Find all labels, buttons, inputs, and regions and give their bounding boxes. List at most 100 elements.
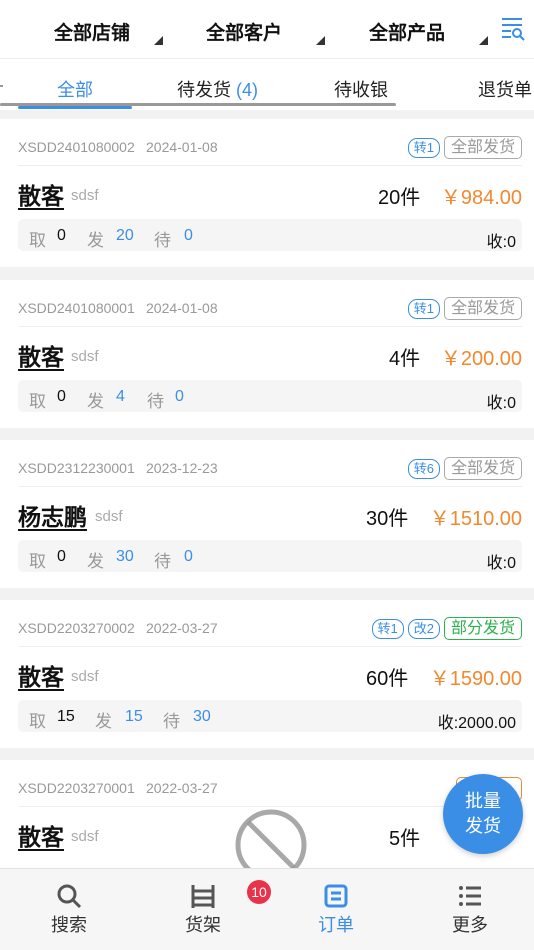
sent-value: 30 <box>116 548 134 565</box>
product-filter[interactable]: 全部产品 <box>369 18 488 45</box>
tab-returns-label: 退货单 <box>478 80 532 100</box>
tab-to-collect-label: 待收银 <box>334 80 388 100</box>
pending-label: 待 <box>147 392 164 411</box>
nav-orders-label: 订单 <box>318 915 354 935</box>
customer-name[interactable]: 散客 <box>18 818 64 852</box>
shelf-badge: 10 <box>247 880 271 904</box>
order-stats: 取 0 发 20 待 0 收:0 <box>18 219 522 251</box>
take-value: 0 <box>57 548 66 565</box>
filter-bar: 全部店铺 全部客户 全部产品 <box>0 0 534 58</box>
order-number: XSDD2401080002 <box>18 139 135 155</box>
order-number: XSDD2203270002 <box>18 620 135 636</box>
pending-value: 30 <box>193 708 211 725</box>
take-label: 取 <box>29 712 46 731</box>
nav-orders[interactable]: 订单 <box>301 883 371 937</box>
sent-value: 4 <box>116 388 125 405</box>
dropdown-triangle-icon <box>316 36 325 45</box>
store-filter-label: 全部店铺 <box>54 23 131 44</box>
active-tab-indicator <box>18 106 132 109</box>
modified-tag: 改2 <box>407 618 440 639</box>
customer-filter[interactable]: 全部客户 <box>206 18 325 45</box>
nav-search[interactable]: 搜索 <box>34 883 104 937</box>
order-quantity: 4件 <box>389 348 421 370</box>
order-price: ￥984.00 <box>440 187 522 209</box>
order-card[interactable]: XSDD2203270002 2022-03-27 转1 改2 部分发货 散客 … <box>0 600 534 748</box>
tab-scroll-left-mark <box>0 85 3 87</box>
customer-sub: sdsf <box>95 508 123 525</box>
order-price: ￥200.00 <box>440 348 522 370</box>
order-quantity: 20件 <box>378 187 421 209</box>
status-badge: 部分发货 <box>443 617 522 640</box>
nav-more[interactable]: 更多 <box>435 883 505 937</box>
tab-all[interactable]: 全部 <box>57 76 93 102</box>
order-date: 2022-03-27 <box>146 620 218 636</box>
pending-label: 待 <box>154 231 171 250</box>
sent-value: 15 <box>125 708 143 725</box>
transfer-tag: 转1 <box>407 137 440 158</box>
order-tags: 转1 全部发货 <box>407 297 522 320</box>
divider <box>18 326 522 327</box>
dropdown-triangle-icon <box>154 36 163 45</box>
divider <box>18 646 522 647</box>
filter-list-icon[interactable] <box>500 15 526 41</box>
take-value: 15 <box>57 708 75 725</box>
bottom-nav: 搜索 货架 订单 更多 <box>0 868 534 950</box>
status-tabs: 全部 待发货 (4) 待收银 退货单 <box>0 58 534 110</box>
nav-more-label: 更多 <box>452 915 488 935</box>
order-stats: 取 15 发 15 待 30 收:2000.00 <box>18 700 522 732</box>
tab-to-ship[interactable]: 待发货 (4) <box>177 76 258 102</box>
tab-to-ship-label: 待发货 <box>177 80 231 100</box>
sent-label: 发 <box>87 552 104 571</box>
tab-returns[interactable]: 退货单 <box>478 76 532 102</box>
pending-label: 待 <box>154 552 171 571</box>
nav-shelf[interactable]: 货架 <box>168 883 238 937</box>
take-label: 取 <box>29 231 46 250</box>
order-card[interactable]: XSDD2401080002 2024-01-08 转1 全部发货 散客 sds… <box>0 119 534 267</box>
order-date: 2022-03-27 <box>146 780 218 796</box>
order-card[interactable]: XSDD2401080001 2024-01-08 转1 全部发货 散客 sds… <box>0 280 534 428</box>
order-stats: 取 0 发 30 待 0 收:0 <box>18 540 522 572</box>
order-price: ￥1510.00 <box>429 508 522 530</box>
sent-label: 发 <box>87 392 104 411</box>
search-icon <box>57 884 82 909</box>
take-value: 0 <box>57 227 66 244</box>
product-filter-label: 全部产品 <box>369 23 446 44</box>
order-quantity: 30件 <box>366 508 409 530</box>
order-tags: 转6 全部发货 <box>407 457 522 480</box>
batch-ship-label-1: 批量 <box>465 791 501 811</box>
customer-sub: sdsf <box>71 348 99 365</box>
order-date: 2023-12-23 <box>146 460 218 476</box>
collected-amount: 收:0 <box>486 555 516 572</box>
customer-sub: sdsf <box>71 828 99 845</box>
tab-all-label: 全部 <box>57 80 93 100</box>
order-number: XSDD2312230001 <box>18 460 135 476</box>
order-quantity: 5件 <box>389 828 421 850</box>
sent-label: 发 <box>87 231 104 250</box>
tab-to-collect[interactable]: 待收银 <box>334 76 388 102</box>
nav-shelf-label: 货架 <box>185 915 221 935</box>
batch-ship-button[interactable]: 批量 发货 <box>443 774 523 854</box>
customer-name[interactable]: 杨志鹏 <box>18 498 87 532</box>
customer-sub: sdsf <box>71 187 99 204</box>
order-price: ￥1590.00 <box>429 668 522 690</box>
customer-name[interactable]: 散客 <box>18 338 64 372</box>
transfer-tag: 转1 <box>407 298 440 319</box>
sent-value: 20 <box>116 227 134 244</box>
store-filter[interactable]: 全部店铺 <box>54 18 163 45</box>
customer-name[interactable]: 散客 <box>18 177 64 211</box>
order-date: 2024-01-08 <box>146 300 218 316</box>
status-badge: 全部发货 <box>443 297 522 320</box>
order-number: XSDD2401080001 <box>18 300 135 316</box>
pending-value: 0 <box>175 388 184 405</box>
order-card[interactable]: XSDD2312230001 2023-12-23 转6 全部发货 杨志鹏 sd… <box>0 440 534 588</box>
batch-ship-label-2: 发货 <box>465 816 501 836</box>
divider <box>18 486 522 487</box>
pending-value: 0 <box>184 227 193 244</box>
customer-name[interactable]: 散客 <box>18 658 64 692</box>
order-date: 2024-01-08 <box>146 139 218 155</box>
nav-search-label: 搜索 <box>51 915 87 935</box>
order-quantity: 60件 <box>366 668 409 690</box>
take-value: 0 <box>57 388 66 405</box>
dropdown-triangle-icon <box>479 36 488 45</box>
take-label: 取 <box>29 392 46 411</box>
